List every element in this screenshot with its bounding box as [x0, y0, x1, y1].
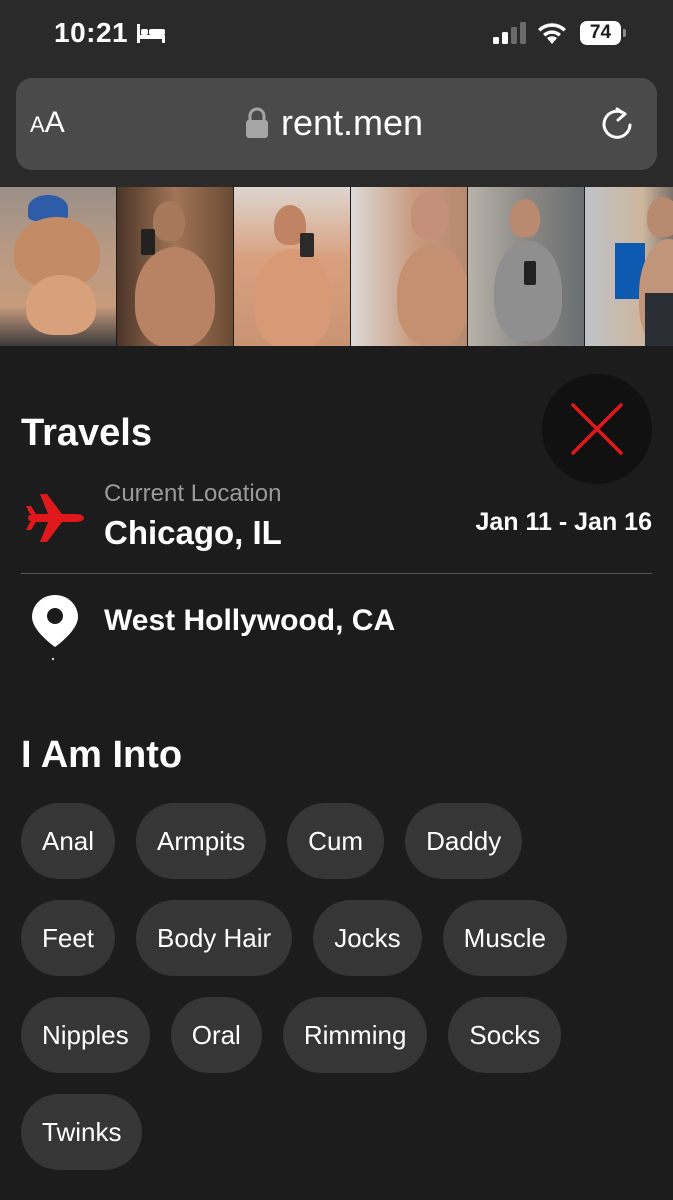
battery-icon: 74 [580, 21, 626, 45]
close-icon [571, 403, 623, 455]
browser-chrome: 10:21 74 AA rent.men [0, 0, 673, 187]
cellular-signal-icon [493, 22, 526, 44]
interest-tag[interactable]: Nipples [21, 997, 150, 1073]
interest-tag[interactable]: Daddy [405, 803, 523, 879]
divider [21, 573, 652, 574]
battery-tip [623, 29, 626, 37]
gallery-photo[interactable] [234, 187, 351, 346]
tag-row: Anal Armpits Cum Daddy [21, 803, 661, 879]
gallery-photo[interactable] [585, 187, 673, 346]
text-size-small-a: A [30, 112, 45, 137]
tag-row: Nipples Oral Rimming Socks [21, 997, 661, 1073]
interest-tag[interactable]: Rimming [282, 997, 428, 1073]
interest-tag[interactable]: Jocks [313, 900, 422, 976]
interest-tag[interactable]: Cum [287, 803, 385, 879]
text-size-large-a: A [44, 106, 65, 139]
gallery-photo[interactable] [468, 187, 585, 346]
status-time: 10:21 [54, 17, 129, 48]
map-pin-icon [32, 595, 78, 661]
battery-level: 74 [580, 21, 621, 45]
tag-row: Twinks [21, 1094, 661, 1170]
status-bar: 10:21 74 [0, 0, 673, 70]
gallery-photo[interactable] [117, 187, 234, 346]
interests-heading: I Am Into [21, 734, 183, 776]
current-location-label: Current Location [104, 480, 282, 507]
gallery-photo[interactable] [351, 187, 468, 346]
travels-heading: Travels [21, 412, 152, 454]
interest-tag[interactable]: Feet [21, 900, 116, 976]
gallery-photo[interactable] [0, 187, 117, 346]
bed-icon [137, 24, 165, 43]
interest-tag[interactable]: Body Hair [136, 900, 293, 976]
interest-tag[interactable]: Muscle [442, 900, 568, 976]
airplane-icon [26, 494, 84, 542]
url-text: rent.men [281, 102, 424, 143]
tag-row: Feet Body Hair Jocks Muscle [21, 900, 661, 976]
interest-tag[interactable]: Anal [21, 803, 116, 879]
interest-tag[interactable]: Socks [448, 997, 562, 1073]
reload-icon[interactable] [599, 105, 635, 143]
interest-tags: Anal Armpits Cum Daddy Feet Body Hair Jo… [21, 803, 661, 1191]
lock-icon [246, 107, 268, 138]
close-button[interactable] [542, 374, 652, 484]
home-location: West Hollywood, CA [104, 604, 396, 637]
address-bar[interactable]: AA rent.men [16, 78, 657, 170]
interest-tag[interactable]: Oral [170, 997, 262, 1073]
trip-dates: Jan 11 - Jan 16 [475, 508, 652, 536]
current-location-value: Chicago, IL [104, 514, 282, 551]
interest-tag[interactable]: Armpits [136, 803, 267, 879]
wifi-icon [538, 23, 566, 44]
interest-tag[interactable]: Twinks [21, 1094, 143, 1170]
photo-gallery[interactable] [0, 187, 673, 346]
text-size-button[interactable]: AA [30, 106, 65, 142]
